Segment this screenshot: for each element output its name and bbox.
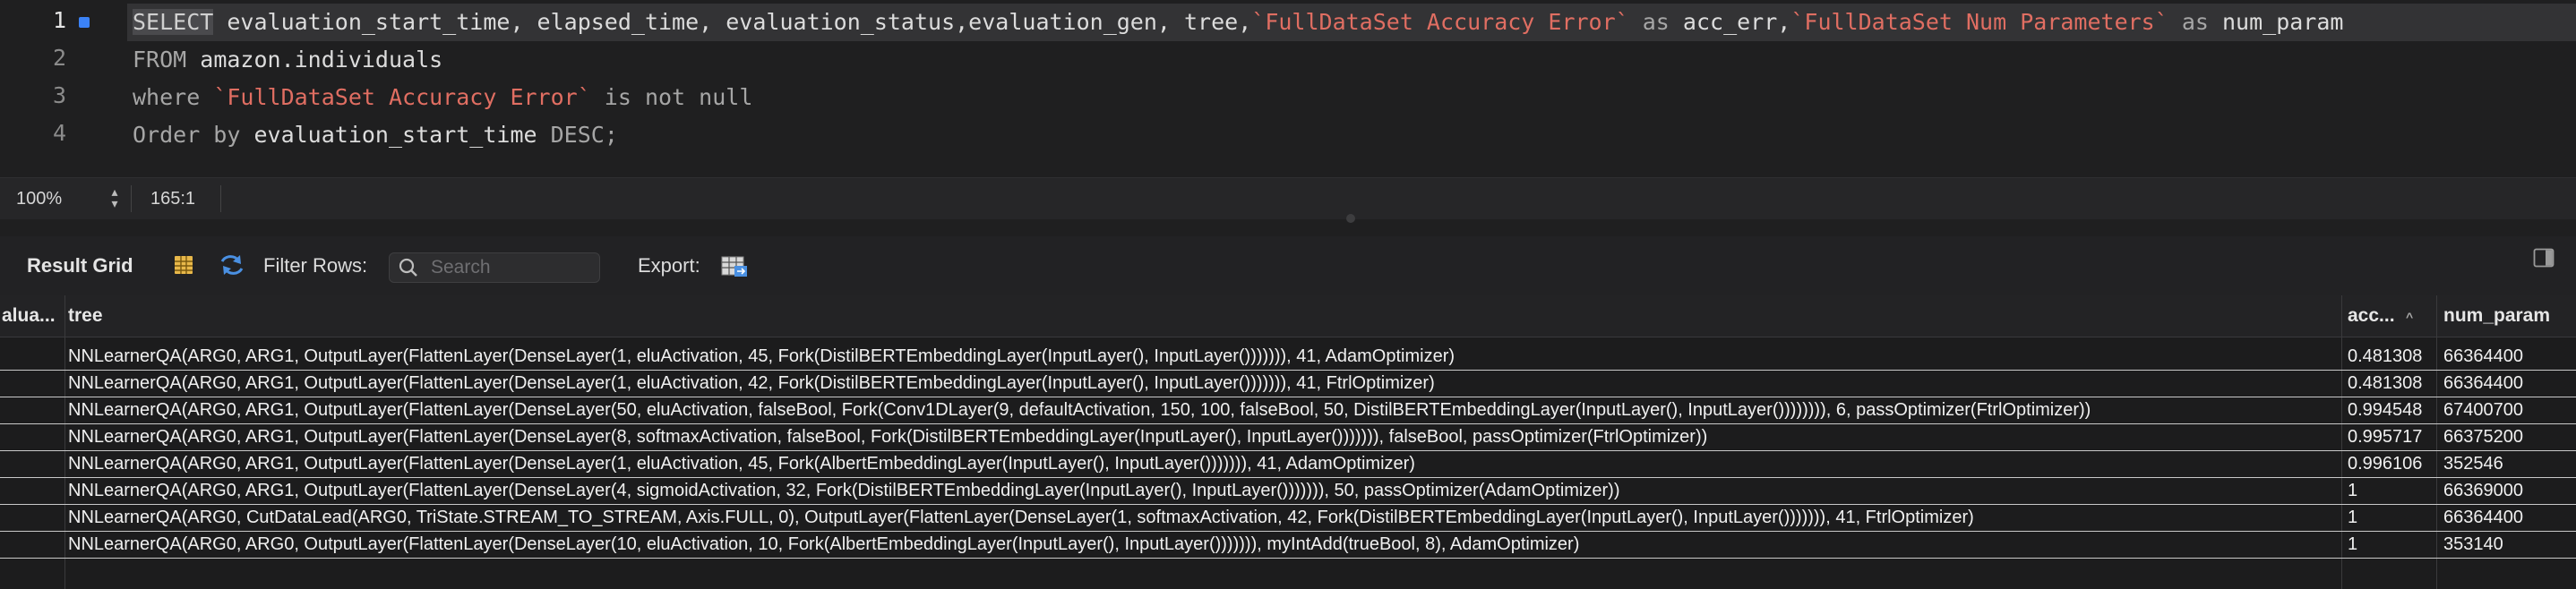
acc-err-cell[interactable]: 1 [2348,531,2433,558]
grid-view-icon[interactable] [174,255,193,275]
result-grid-label[interactable]: Result Grid [27,236,133,295]
keyword-where: where [133,84,214,110]
line-number-gutter: 1 2 3 4 [0,0,116,177]
tree-cell[interactable]: NNLearnerQA(ARG0, ARG1, OutputLayer(Flat… [68,423,2334,450]
panel-toggle-icon[interactable] [2533,247,2555,269]
column-header-tree[interactable]: tree [68,295,2307,337]
filter-rows-label: Filter Rows: [263,254,368,277]
table-row[interactable]: NNLearnerQA(ARG0, ARG1, OutputLayer(Flat… [0,423,2576,451]
status-divider [131,185,132,212]
tree-cell[interactable]: NNLearnerQA(ARG0, ARG1, OutputLayer(Flat… [68,343,2334,370]
editor-status-bar: 100% ▴ ▾ 165:1 [0,177,2576,220]
column-header-evaluation-status[interactable]: alua... [2,295,63,337]
accuracy-column-identifier: `FullDataSet Accuracy Error` [1251,9,1629,35]
tree-cell[interactable]: NNLearnerQA(ARG0, ARG1, OutputLayer(Flat… [68,370,2334,397]
num-params-column-identifier: `FullDataSet Num Parameters` [1790,9,2168,35]
column-header-num-param[interactable]: num_param [2443,295,2576,337]
acc-err-cell[interactable]: 0.994548 [2348,397,2433,423]
table-row[interactable]: NNLearnerQA(ARG0, ARG1, OutputLayer(Flat… [0,397,2576,424]
acc-err-cell[interactable]: 1 [2348,504,2433,531]
keyword-from: FROM [133,47,187,73]
num-params-alias: num_param [2222,9,2344,35]
where-column-identifier: `FullDataSet Accuracy Error` [213,84,591,110]
export-label: Export: [638,254,700,277]
num-param-cell[interactable]: 66364400 [2443,504,2576,531]
tree-cell[interactable]: NNLearnerQA(ARG0, ARG0, OutputLayer(Flat… [68,531,2334,558]
line-number-4: 4 [52,120,66,146]
zoom-level[interactable]: 100% [16,178,62,219]
num-param-cell[interactable]: 66364400 [2443,343,2576,370]
acc-err-cell[interactable]: 0.996106 [2348,450,2433,477]
num-param-cell[interactable]: 67400700 [2443,397,2576,423]
is-not-null-clause: is not null [590,84,753,110]
zoom-stepper-icon[interactable]: ▴ ▾ [106,185,124,211]
num-param-cell[interactable]: 352546 [2443,450,2576,477]
acc-err-cell[interactable]: 0.481308 [2348,370,2433,397]
filter-search-input[interactable] [431,253,592,282]
table-name: amazon.individuals [186,47,443,73]
sort-ascending-icon[interactable]: ^ [2400,295,2427,337]
keyword-as: as [2168,9,2222,35]
tree-cell[interactable]: NNLearnerQA(ARG0, ARG1, OutputLayer(Flat… [68,397,2334,423]
table-row[interactable]: NNLearnerQA(ARG0, ARG1, OutputLayer(Flat… [0,343,2576,371]
status-divider [220,185,221,212]
code-line-4[interactable]: Order by evaluation_start_time DESC; [133,116,618,154]
line-number-1: 1 [52,7,66,33]
column-header-acc-err-label: acc... [2348,305,2395,326]
num-param-cell[interactable]: 66364400 [2443,370,2576,397]
keyword-select: SELECT [133,9,214,35]
table-row[interactable]: NNLearnerQA(ARG0, ARG1, OutputLayer(Flat… [0,450,2576,478]
search-icon [399,258,417,277]
sql-editor[interactable]: 1 2 3 4 SELECT evaluation_start_time, el… [0,0,2576,177]
table-row[interactable]: NNLearnerQA(ARG0, ARG1, OutputLayer(Flat… [0,477,2576,505]
tree-cell[interactable]: NNLearnerQA(ARG0, ARG1, OutputLayer(Flat… [68,477,2334,504]
keyword-desc: DESC; [550,122,618,148]
code-line-3[interactable]: where `FullDataSet Accuracy Error` is no… [133,79,752,116]
result-toolbar: Result Grid Filter Rows: Export: [0,236,2576,295]
table-row[interactable]: NNLearnerQA(ARG0, ARG1, OutputLayer(Flat… [0,370,2576,397]
line-number-3: 3 [52,82,66,108]
line-number-2: 2 [52,45,66,71]
num-param-cell[interactable]: 66369000 [2443,477,2576,504]
splitter-grip-icon[interactable] [1346,214,1355,223]
select-columns: evaluation_start_time, elapsed_time, eva… [213,9,1252,35]
acc-err-cell[interactable]: 0.995717 [2348,423,2433,450]
cursor-position: 165:1 [150,189,196,209]
column-header-acc-err[interactable]: acc... [2348,295,2400,337]
code-line-2[interactable]: FROM amazon.individuals [133,41,442,79]
export-icon[interactable] [720,253,749,278]
result-grid[interactable]: alua... tree acc... ^ num_param NNLearne… [0,295,2576,589]
acc-err-cell[interactable]: 1 [2348,477,2433,504]
tree-cell[interactable]: NNLearnerQA(ARG0, CutDataLead(ARG0, TriS… [68,504,2334,531]
table-row[interactable]: NNLearnerQA(ARG0, CutDataLead(ARG0, TriS… [0,504,2576,532]
table-row[interactable]: NNLearnerQA(ARG0, ARG0, OutputLayer(Flat… [0,531,2576,559]
code-line-1[interactable]: SELECT evaluation_start_time, elapsed_ti… [127,4,2576,41]
keyword-as: as [1628,9,1683,35]
current-statement-marker-icon[interactable] [79,17,90,28]
accuracy-alias: acc_err, [1682,9,1791,35]
acc-err-cell[interactable]: 0.481308 [2348,343,2433,370]
tree-cell[interactable]: NNLearnerQA(ARG0, ARG1, OutputLayer(Flat… [68,450,2334,477]
order-column: evaluation_start_time [240,122,551,148]
num-param-cell[interactable]: 66375200 [2443,423,2576,450]
num-param-cell[interactable]: 353140 [2443,531,2576,558]
keyword-order-by: Order by [133,122,241,148]
filter-search-box[interactable] [389,252,600,283]
refresh-icon[interactable] [219,252,245,277]
